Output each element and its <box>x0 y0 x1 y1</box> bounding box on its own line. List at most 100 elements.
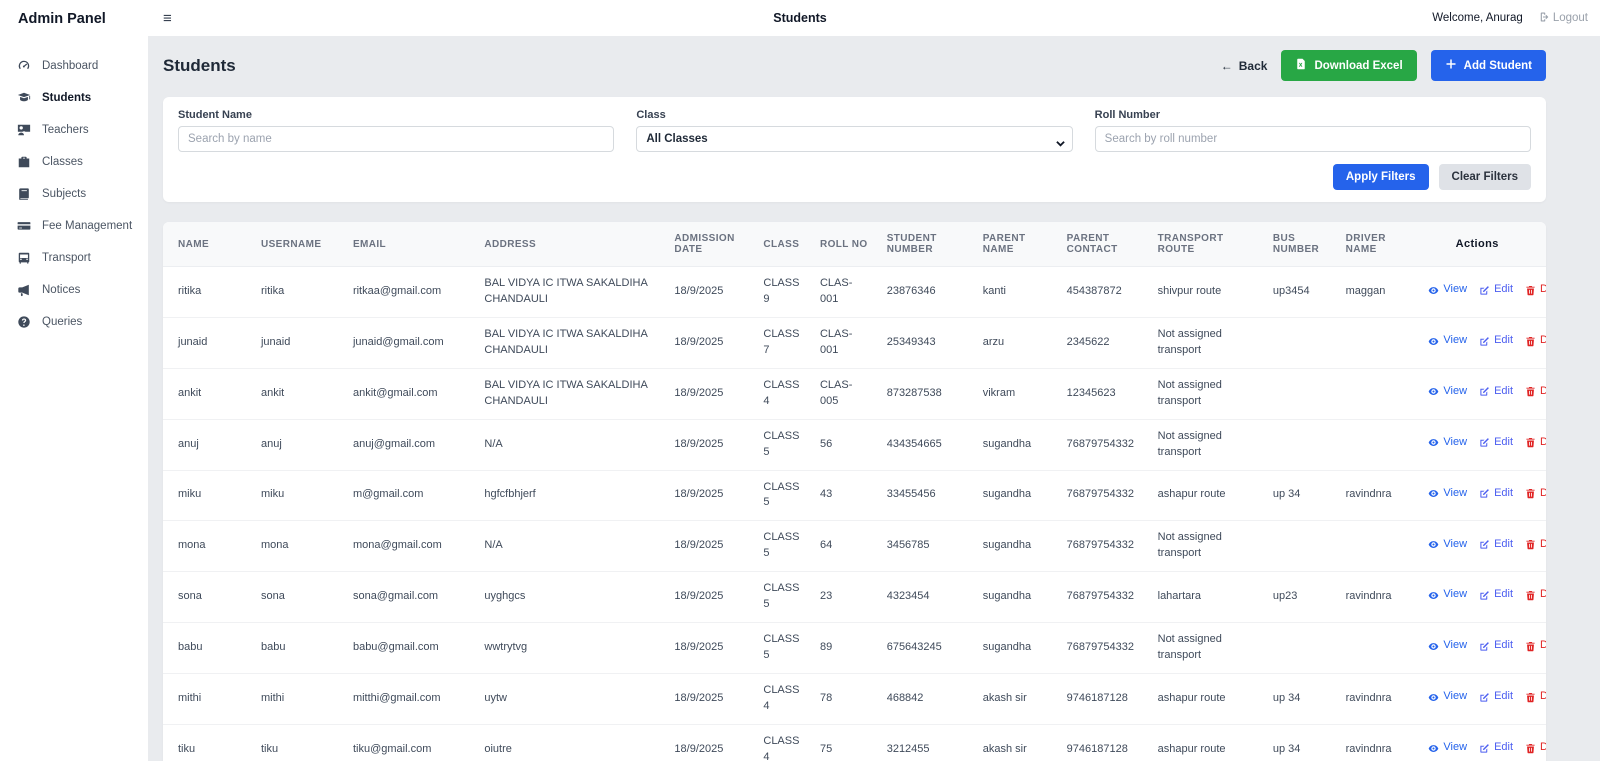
cell-parent-name: kanti <box>975 267 1059 318</box>
trash-icon <box>1525 539 1536 550</box>
edit-action-link[interactable]: Edit <box>1479 333 1513 349</box>
edit-action-link[interactable]: Edit <box>1479 537 1513 553</box>
view-action-link[interactable]: View <box>1428 384 1467 400</box>
classes-icon <box>17 155 31 169</box>
delete-action-link[interactable]: Delete <box>1525 486 1546 502</box>
delete-action-link[interactable]: Delete <box>1525 333 1546 349</box>
cell-actions: View Edit Delete <box>1408 368 1546 419</box>
cell-address: uyghgcs <box>476 572 666 623</box>
excel-file-icon <box>1295 58 1307 73</box>
delete-action-link[interactable]: Delete <box>1525 435 1546 451</box>
cell-email: tiku@gmail.com <box>345 724 476 761</box>
edit-action-link[interactable]: Edit <box>1479 689 1513 705</box>
column-header-email: EMAIL <box>345 222 476 267</box>
view-action-link[interactable]: View <box>1428 740 1467 756</box>
sidebar-item-classes[interactable]: Classes <box>0 146 148 178</box>
view-action-link[interactable]: View <box>1428 282 1467 298</box>
delete-action-link[interactable]: Delete <box>1525 638 1546 654</box>
delete-action-link[interactable]: Delete <box>1525 689 1546 705</box>
column-header-address: ADDRESS <box>476 222 666 267</box>
logout-button[interactable]: Logout <box>1537 11 1588 26</box>
edit-action-link[interactable]: Edit <box>1479 282 1513 298</box>
welcome-text: Welcome, Anurag <box>1432 12 1523 24</box>
view-action-link[interactable]: View <box>1428 638 1467 654</box>
arrow-left-icon: ← <box>1221 59 1233 73</box>
cell-email: mona@gmail.com <box>345 521 476 572</box>
cell-transport-route: ashapur route <box>1150 470 1265 521</box>
download-excel-button[interactable]: Download Excel <box>1281 50 1416 81</box>
column-header-class: CLASS <box>755 222 812 267</box>
edit-action-link[interactable]: Edit <box>1479 740 1513 756</box>
roll-number-input[interactable] <box>1095 126 1531 152</box>
cell-student-number: 3456785 <box>879 521 975 572</box>
class-select[interactable]: All Classes <box>636 126 1072 152</box>
delete-action-link[interactable]: Delete <box>1525 282 1546 298</box>
cell-email: junaid@gmail.com <box>345 317 476 368</box>
hamburger-icon[interactable]: ≡ <box>163 11 172 26</box>
delete-action-link[interactable]: Delete <box>1525 740 1546 756</box>
column-header-username: USERNAME <box>253 222 345 267</box>
table-row: monamonamona@gmail.comN/A18/9/2025CLASS … <box>163 521 1546 572</box>
apply-filters-button[interactable]: Apply Filters <box>1333 164 1429 190</box>
eye-icon <box>1428 386 1439 397</box>
edit-pencil-icon <box>1479 285 1490 296</box>
cell-bus-number <box>1265 368 1338 419</box>
sidebar-item-notices[interactable]: Notices <box>0 274 148 306</box>
cell-bus-number: up 34 <box>1265 724 1338 761</box>
edit-action-link[interactable]: Edit <box>1479 587 1513 603</box>
cell-student-number: 3212455 <box>879 724 975 761</box>
cell-email: mitthi@gmail.com <box>345 674 476 725</box>
sidebar-item-fee-management[interactable]: Fee Management <box>0 210 148 242</box>
sidebar-item-students[interactable]: Students <box>0 82 148 114</box>
cell-roll-no: 23 <box>812 572 879 623</box>
cell-admission-date: 18/9/2025 <box>666 674 755 725</box>
cell-driver-name: maggan <box>1338 267 1409 318</box>
sidebar-item-teachers[interactable]: Teachers <box>0 114 148 146</box>
cell-username: tiku <box>253 724 345 761</box>
edit-action-link[interactable]: Edit <box>1479 435 1513 451</box>
cell-parent-name: akash sir <box>975 724 1059 761</box>
cell-transport-route: shivpur route <box>1150 267 1265 318</box>
cell-email: babu@gmail.com <box>345 623 476 674</box>
student-name-input[interactable] <box>178 126 614 152</box>
cell-name: mithi <box>163 674 253 725</box>
edit-action-link[interactable]: Edit <box>1479 486 1513 502</box>
student-name-filter-label: Student Name <box>178 109 614 121</box>
cell-name: ankit <box>163 368 253 419</box>
view-action-link[interactable]: View <box>1428 333 1467 349</box>
cell-actions: View Edit Delete <box>1408 724 1546 761</box>
edit-pencil-icon <box>1479 641 1490 652</box>
view-action-link[interactable]: View <box>1428 587 1467 603</box>
column-header-admission-date: ADMISSION DATE <box>666 222 755 267</box>
view-action-link[interactable]: View <box>1428 689 1467 705</box>
sidebar-item-transport[interactable]: Transport <box>0 242 148 274</box>
cell-class: CLASS 4 <box>755 724 812 761</box>
view-action-link[interactable]: View <box>1428 435 1467 451</box>
cell-name: mona <box>163 521 253 572</box>
eye-icon <box>1428 488 1439 499</box>
clear-filters-button[interactable]: Clear Filters <box>1439 164 1531 190</box>
cell-student-number: 873287538 <box>879 368 975 419</box>
filters-panel: Student Name Class All Classes Roll Numb… <box>163 97 1546 202</box>
back-button[interactable]: ← Back <box>1221 59 1268 73</box>
sidebar-item-queries[interactable]: Queries <box>0 306 148 338</box>
cell-email: ritkaa@gmail.com <box>345 267 476 318</box>
cell-parent-name: sugandha <box>975 521 1059 572</box>
add-student-button[interactable]: Add Student <box>1431 50 1546 81</box>
main-content: Students ← Back Download Excel Add Stude… <box>148 36 1600 761</box>
cell-roll-no: 64 <box>812 521 879 572</box>
view-action-link[interactable]: View <box>1428 537 1467 553</box>
edit-action-link[interactable]: Edit <box>1479 384 1513 400</box>
delete-action-link[interactable]: Delete <box>1525 384 1546 400</box>
edit-action-link[interactable]: Edit <box>1479 638 1513 654</box>
delete-action-link[interactable]: Delete <box>1525 587 1546 603</box>
delete-action-link[interactable]: Delete <box>1525 537 1546 553</box>
view-action-link[interactable]: View <box>1428 486 1467 502</box>
sidebar-item-subjects[interactable]: Subjects <box>0 178 148 210</box>
cell-name: sona <box>163 572 253 623</box>
cell-bus-number <box>1265 521 1338 572</box>
cell-class: CLASS 9 <box>755 267 812 318</box>
column-header-parent-contact: PARENT CONTACT <box>1059 222 1150 267</box>
sidebar-item-dashboard[interactable]: Dashboard <box>0 50 148 82</box>
cell-name: miku <box>163 470 253 521</box>
